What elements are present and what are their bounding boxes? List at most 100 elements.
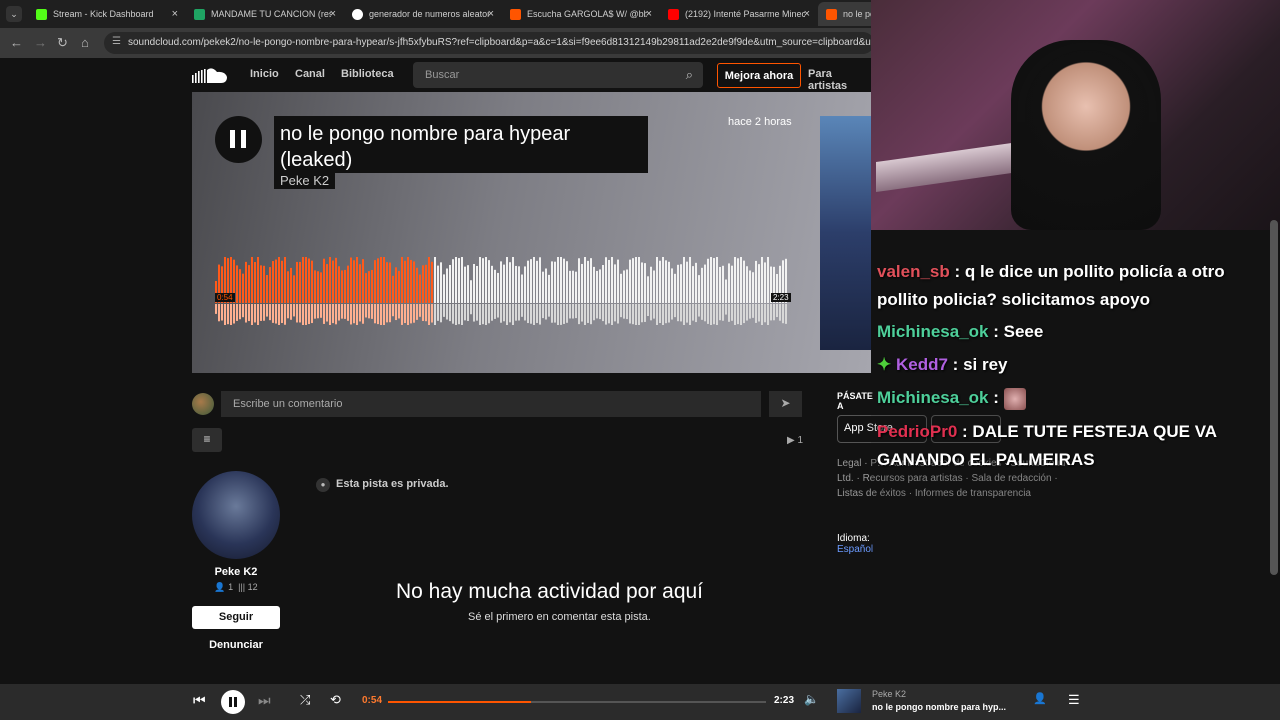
nav-feed[interactable]: Canal [295, 68, 325, 80]
waveform-reflection [284, 304, 286, 325]
waveform-reflection [281, 304, 283, 323]
waveform-bar [458, 258, 460, 303]
waveform-bar [425, 264, 427, 303]
waveform-duration: 2:23 [771, 293, 791, 302]
previous-icon[interactable]: ⏮ [193, 692, 206, 709]
avatar[interactable] [192, 471, 280, 559]
waveform-reflection [311, 304, 313, 324]
now-playing-artwork[interactable] [837, 689, 861, 713]
repeat-icon[interactable]: ⟲ [330, 692, 341, 708]
tab-google[interactable]: generador de numeros aleator × [344, 2, 500, 26]
waveform-bar [428, 257, 430, 303]
report-button[interactable]: Denunciar [192, 639, 280, 651]
waveform-reflection [332, 304, 334, 324]
waveform-reflection [653, 304, 655, 319]
tab-kick[interactable]: Stream - Kick Dashboard × [28, 2, 184, 26]
forward-icon[interactable]: → [34, 35, 47, 50]
waveform-reflection [746, 304, 748, 321]
now-playing-title[interactable]: no le pongo nombre para hyp... [872, 702, 1006, 712]
tab-menu-icon[interactable]: ⌄ [6, 6, 22, 22]
waveform-reflection [419, 304, 421, 317]
waveform-bar [467, 265, 469, 303]
tab-soundcloud-gargolas[interactable]: Escucha GARGOLA$ W/ @bby. × [502, 2, 658, 26]
language-setting: Idioma: Español [837, 533, 873, 555]
close-icon[interactable]: × [330, 8, 336, 20]
waveform-bar [494, 269, 496, 303]
url-field[interactable]: ☰ soundcloud.com/pekek2/no-le-pongo-nomb… [104, 32, 874, 54]
reload-icon[interactable]: ↻ [57, 35, 68, 51]
tracks-count[interactable]: 12 [248, 582, 258, 592]
nav-library[interactable]: Biblioteca [341, 68, 394, 80]
followers-count[interactable]: 1 [228, 582, 233, 592]
waveform-bar [755, 260, 757, 303]
waveform-bar [734, 257, 736, 303]
close-icon[interactable]: × [172, 8, 178, 20]
close-icon[interactable]: × [488, 8, 494, 20]
waveform-bar [638, 257, 640, 303]
waveform-bar [317, 271, 319, 303]
waveform-bar [587, 260, 589, 303]
waveform-reflection [398, 304, 400, 319]
waveform-reflection [677, 304, 679, 322]
waveform-bar [251, 257, 253, 303]
waveform-reflection [779, 304, 781, 321]
waveform-bar [266, 275, 268, 303]
tab-sheets[interactable]: MANDAME TU CANCION (resp × [186, 2, 342, 26]
volume-icon[interactable]: 🔈 [804, 692, 819, 706]
next-icon[interactable]: ⏭ [258, 692, 271, 709]
search-icon[interactable]: ⌕ [686, 67, 693, 83]
waveform-reflection [662, 304, 664, 325]
waveform-bar [536, 260, 538, 303]
follow-button[interactable]: Seguir [192, 606, 280, 629]
queue-icon[interactable]: ☰ [1068, 692, 1080, 708]
uploader-name[interactable]: Peke K2 [192, 566, 280, 578]
sort-icon[interactable]: ≡ [192, 428, 222, 452]
verified-icon: ✦ [877, 355, 892, 374]
kick-icon [36, 8, 47, 20]
waveform-bar [683, 257, 685, 303]
send-icon[interactable]: ➤ [769, 391, 802, 417]
waveform-reflection [560, 304, 562, 325]
page-scrollbar[interactable] [1270, 220, 1278, 575]
waveform-reflection [221, 304, 223, 321]
pause-button[interactable] [215, 116, 262, 163]
waveform-bar [299, 261, 301, 303]
pause-button[interactable] [221, 690, 245, 714]
tab-soundcloud-current[interactable]: no le po [818, 2, 878, 26]
waveform-bar [725, 279, 727, 303]
waveform-reflection [641, 304, 643, 323]
waveform-bar [572, 270, 574, 303]
soundcloud-logo-icon[interactable] [192, 67, 228, 84]
nav-home[interactable]: Inicio [250, 68, 279, 80]
waveform-bar [665, 260, 667, 303]
waveform-bar [566, 261, 568, 303]
waveform-reflection [773, 304, 775, 321]
waveform-reflection [227, 304, 229, 325]
site-settings-icon[interactable]: ☰ [112, 36, 121, 47]
upgrade-button[interactable]: Mejora ahora [717, 63, 801, 88]
pause-icon-bar [234, 697, 237, 707]
search-input[interactable]: Buscar ⌕ [413, 62, 703, 88]
waveform[interactable] [215, 257, 790, 325]
close-icon[interactable]: × [804, 8, 810, 20]
comment-input[interactable]: Escribe un comentario [221, 391, 761, 417]
back-icon[interactable]: ← [10, 35, 23, 50]
shuffle-icon[interactable]: ⤮ [300, 692, 310, 708]
tab-youtube[interactable]: (2192) Intenté Pasarme Minecr × [660, 2, 816, 26]
waveform-bar [404, 260, 406, 303]
close-icon[interactable]: × [646, 8, 652, 20]
now-playing-artist[interactable]: Peke K2 [872, 689, 906, 699]
home-icon[interactable]: ⌂ [81, 35, 89, 50]
for-artists-link[interactable]: Para artistas [808, 68, 871, 92]
waveform-bar [446, 268, 448, 303]
soundcloud-page: Inicio Canal Biblioteca Buscar ⌕ Mejora … [0, 58, 1065, 684]
language-value[interactable]: Español [837, 544, 873, 555]
progress-bar[interactable] [388, 701, 766, 703]
waveform-reflection [656, 304, 658, 325]
chat-username: Michinesa_ok [877, 322, 989, 341]
follow-user-icon[interactable]: 👤 [1033, 692, 1047, 705]
waveform-reflection [338, 304, 340, 321]
track-artist[interactable]: Peke K2 [274, 172, 336, 189]
waveform-reflection [473, 304, 475, 322]
waveform-reflection [587, 304, 589, 323]
